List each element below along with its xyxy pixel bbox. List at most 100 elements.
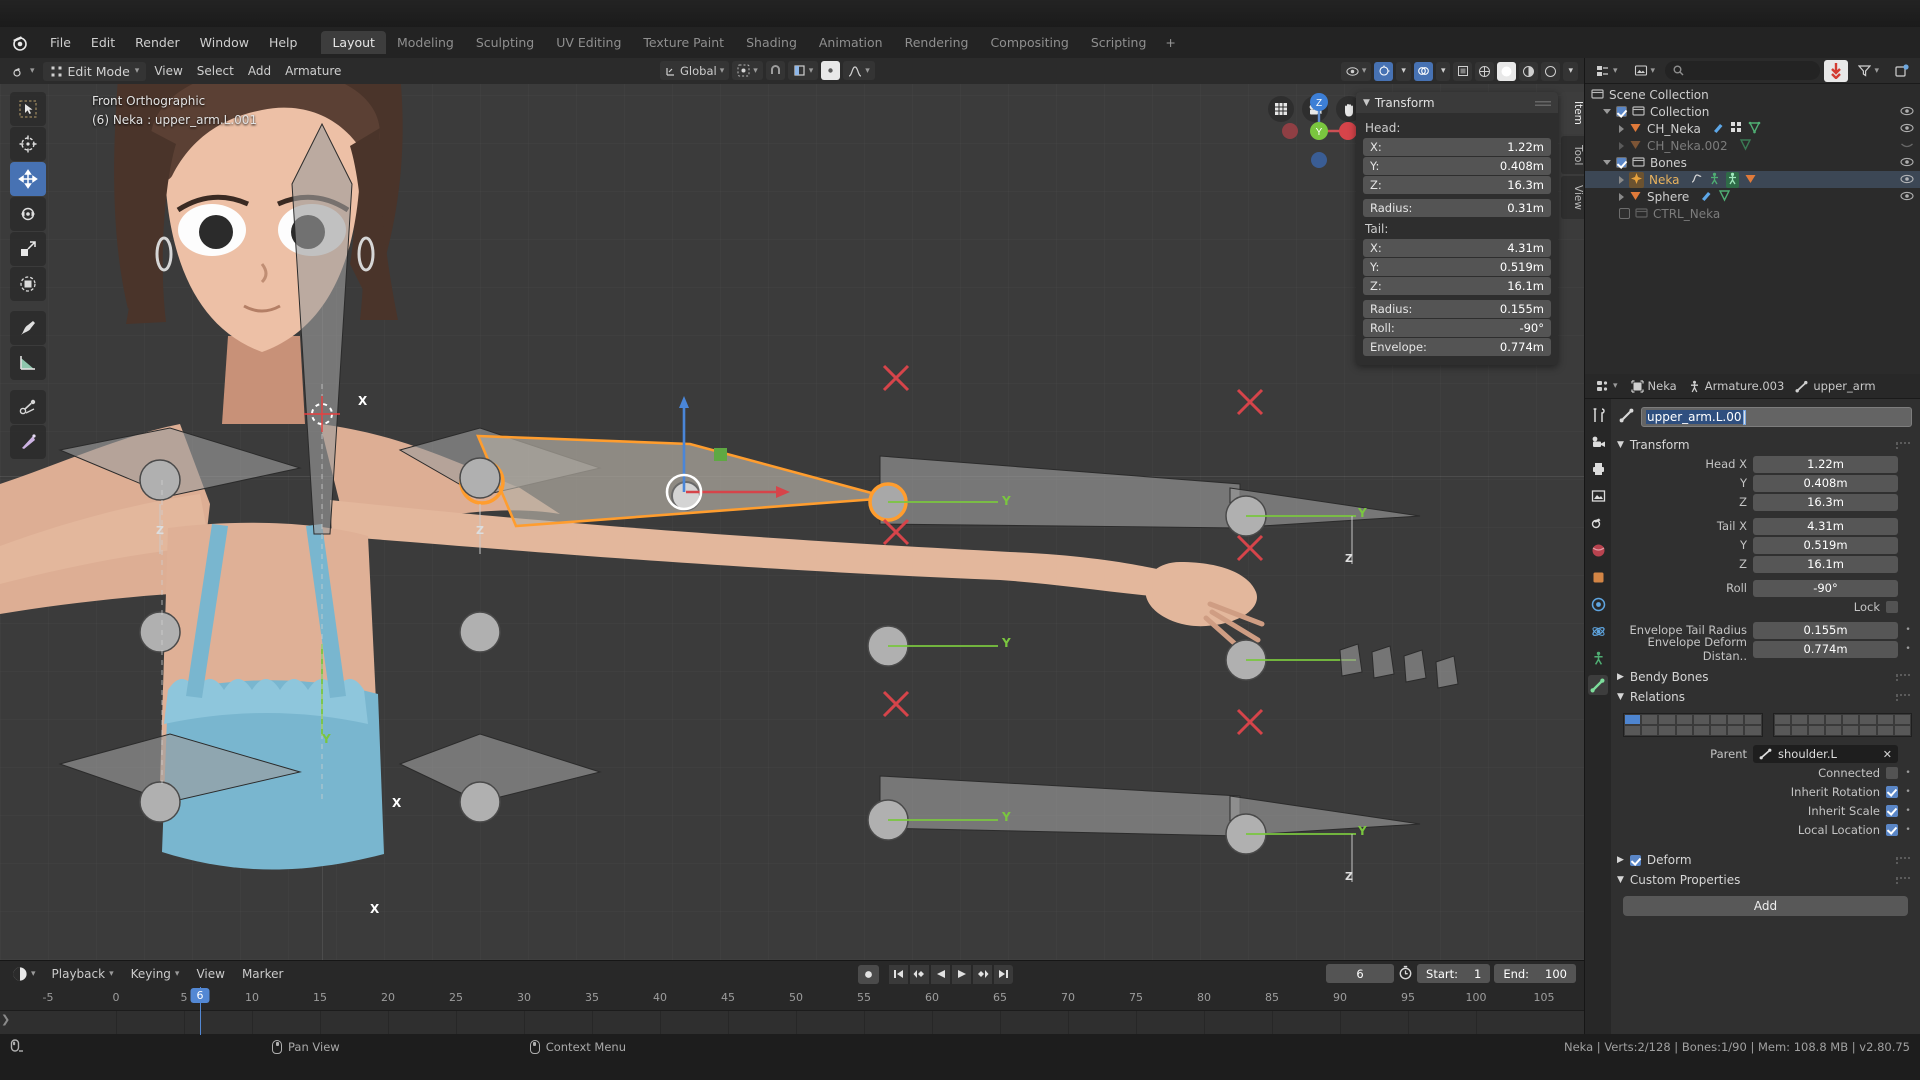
bone-layer-cell[interactable]	[1675, 714, 1693, 725]
bone-layer-cell[interactable]	[1641, 714, 1659, 725]
current-frame-input[interactable]: 6	[1326, 964, 1395, 983]
world-tab-icon[interactable]	[1588, 540, 1608, 560]
prop-head-z-value[interactable]: 16.3m	[1753, 493, 1898, 511]
prop-tail-z-row[interactable]: Z 16.1m	[1617, 555, 1912, 573]
armature-data-icon[interactable]	[1726, 171, 1740, 188]
start-frame-value[interactable]: 1	[1474, 967, 1481, 981]
workspace-tab-uv-editing[interactable]: UV Editing	[545, 31, 632, 54]
collection-checkbox[interactable]	[1616, 106, 1627, 117]
timeline-menu-view[interactable]: View	[189, 965, 231, 983]
bone-layer-cell[interactable]	[1658, 725, 1676, 736]
interaction-mode-selector[interactable]: Edit Mode ▾	[42, 61, 147, 81]
tool-tab-icon[interactable]	[1588, 405, 1608, 425]
bone-layer-cell[interactable]	[1727, 714, 1745, 725]
transform-tool-icon[interactable]	[10, 267, 46, 301]
bone-name-input[interactable]: upper_arm.L.00	[1641, 407, 1912, 427]
tweak-tool-icon[interactable]	[10, 92, 46, 126]
tail-y-field[interactable]: Y: 0.519m	[1363, 258, 1551, 276]
transform-section-header[interactable]: ▼ Transform	[1617, 435, 1912, 455]
shading-solid-icon[interactable]	[1497, 61, 1517, 81]
proportional-edit-icon[interactable]	[821, 61, 841, 80]
add-custom-property-button[interactable]: Add	[1623, 896, 1908, 916]
workspace-tab-sculpting[interactable]: Sculpting	[465, 31, 545, 54]
frame-range-fields[interactable]: Start: 1	[1417, 964, 1491, 983]
play-reverse-button[interactable]	[931, 964, 951, 984]
outliner-row-ch-neka-002[interactable]: CH_Neka.002	[1585, 137, 1920, 154]
prop-tail-y-value[interactable]: 0.519m	[1753, 536, 1898, 554]
prev-keyframe-button[interactable]	[910, 964, 930, 984]
bone-layer-cell[interactable]	[1675, 725, 1693, 736]
output-tab-icon[interactable]	[1588, 459, 1608, 479]
bone-layer-cell[interactable]	[1893, 714, 1911, 725]
outliner-row-scene-collection[interactable]: Scene Collection	[1585, 86, 1920, 103]
bone-layer-cell[interactable]	[1859, 725, 1877, 736]
outliner-row-bones[interactable]: Bones	[1585, 154, 1920, 171]
workspace-tab-compositing[interactable]: Compositing	[979, 31, 1079, 54]
properties-editor-type-selector[interactable]: ▾	[1590, 377, 1624, 395]
bone-layer-cell[interactable]	[1807, 714, 1826, 725]
breadcrumb-object[interactable]: Neka	[1627, 379, 1681, 393]
measure-tool-icon[interactable]	[10, 346, 46, 380]
end-frame-field[interactable]: End: 100	[1494, 964, 1576, 983]
jump-start-button[interactable]	[889, 964, 909, 984]
view-axis-gizmo[interactable]: Z Y	[1276, 88, 1362, 174]
menu-window[interactable]: Window	[190, 32, 259, 53]
outliner-search-input[interactable]	[1665, 61, 1821, 80]
prop-head-x-row[interactable]: Head X 1.22m	[1617, 455, 1912, 473]
bone-layer-cell[interactable]	[1744, 725, 1762, 736]
prop-roll-row[interactable]: Roll -90°	[1617, 579, 1912, 597]
head-radius-field[interactable]: Radius: 0.31m	[1363, 199, 1551, 217]
prop-roll-value[interactable]: -90°	[1753, 579, 1898, 597]
bendy-bones-section-header[interactable]: ▶ Bendy Bones	[1617, 667, 1912, 687]
disclosure-icon[interactable]	[1603, 160, 1611, 165]
shading-wireframe-icon[interactable]	[1475, 61, 1495, 81]
disclosure-icon[interactable]	[1619, 124, 1624, 133]
bone-layer-cell[interactable]	[1624, 714, 1642, 725]
object-tab-icon[interactable]	[1588, 567, 1608, 587]
armature-bones-overlay[interactable]	[0, 84, 1584, 960]
prop-connected-row[interactable]: Connected •	[1617, 764, 1912, 782]
ctrl-neka-checkbox[interactable]	[1619, 208, 1630, 219]
timeline-menu-marker[interactable]: Marker	[235, 965, 290, 983]
roll-field[interactable]: Roll: -90°	[1363, 319, 1551, 337]
rotate-tool-icon[interactable]	[10, 197, 46, 231]
workspace-tab-modeling[interactable]: Modeling	[386, 31, 465, 54]
proportional-falloff-selector[interactable]: ▾	[843, 61, 875, 80]
outliner-row-neka[interactable]: Neka	[1585, 171, 1920, 188]
object-data-tab-icon[interactable]	[1588, 648, 1608, 668]
properties-editor[interactable]: ▾ Neka Armature.003 upper_arm upper_arm.…	[1584, 374, 1920, 1034]
prop-env-deform-distance-row[interactable]: Envelope Deform Distan.. 0.774m •	[1617, 635, 1912, 663]
jump-end-button[interactable]	[994, 964, 1014, 984]
bone-layer-cell[interactable]	[1893, 725, 1911, 736]
playhead-frame-badge[interactable]: 6	[190, 988, 210, 1003]
bone-layer-cell[interactable]	[1709, 725, 1728, 736]
workspace-tab-layout[interactable]: Layout	[321, 31, 386, 54]
npanel-tab-tool[interactable]: Tool	[1561, 135, 1584, 175]
snap-magnet-icon[interactable]	[765, 61, 785, 80]
bone-layers-set-1[interactable]	[1623, 713, 1763, 737]
outliner-editor-type-selector[interactable]: ▾	[1590, 62, 1624, 80]
viewport-menu-view[interactable]: View	[148, 62, 188, 80]
bones-collection-checkbox[interactable]	[1616, 157, 1627, 168]
visibility-selector[interactable]: ▾	[1340, 61, 1372, 81]
bone-size-tool-icon[interactable]	[10, 425, 46, 459]
bone-layers-set-2[interactable]	[1772, 713, 1912, 737]
custom-properties-section-header[interactable]: ▼ Custom Properties	[1617, 870, 1912, 890]
prop-head-y-row[interactable]: Y 0.408m	[1617, 474, 1912, 492]
extrude-bone-tool-icon[interactable]	[10, 390, 46, 424]
viewport-canvas[interactable]: X Y Y Y Y Y X X Z Z Z Z Y	[0, 84, 1584, 960]
menu-file[interactable]: File	[40, 32, 81, 53]
visibility-eye-icon[interactable]	[1900, 173, 1914, 187]
npanel-tab-view[interactable]: View	[1561, 176, 1584, 220]
menu-help[interactable]: Help	[259, 32, 308, 53]
physics-tab-icon[interactable]	[1588, 621, 1608, 641]
tail-x-field[interactable]: X: 4.31m	[1363, 239, 1551, 257]
prop-local-location-checkbox[interactable]	[1886, 824, 1898, 836]
prop-inherit-scale-checkbox[interactable]	[1886, 805, 1898, 817]
viewport-menu-add[interactable]: Add	[242, 62, 277, 80]
prop-tail-x-row[interactable]: Tail X 4.31m	[1617, 517, 1912, 535]
bone-layer-cell[interactable]	[1842, 714, 1860, 725]
bone-layer-cell[interactable]	[1790, 725, 1808, 736]
bone-layer-cell[interactable]	[1624, 725, 1642, 736]
blender-logo-icon[interactable]	[10, 33, 30, 53]
